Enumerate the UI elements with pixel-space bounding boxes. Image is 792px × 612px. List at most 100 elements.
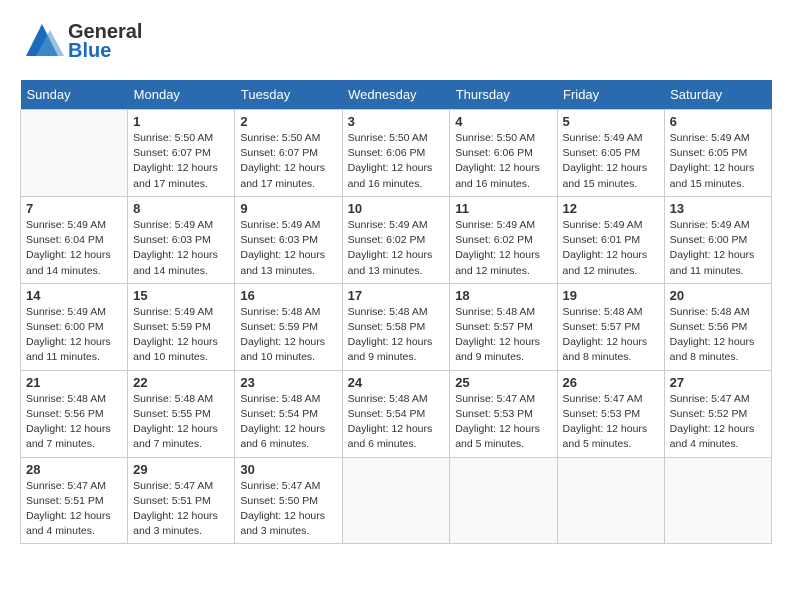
day-number: 21 [26, 375, 122, 390]
day-cell: 1 Sunrise: 5:50 AM Sunset: 6:07 PM Daylig… [128, 110, 235, 197]
day-number: 23 [240, 375, 336, 390]
day-cell: 17Sunrise: 5:48 AM Sunset: 5:58 PM Dayli… [342, 283, 450, 370]
day-info: Sunrise: 5:48 AM Sunset: 5:56 PM Dayligh… [670, 305, 766, 366]
day-number: 30 [240, 462, 336, 477]
day-number: 13 [670, 201, 766, 216]
day-info: Sunrise: 5:48 AM Sunset: 5:54 PM Dayligh… [240, 392, 336, 453]
day-info: Sunrise: 5:49 AM Sunset: 6:02 PM Dayligh… [455, 218, 551, 279]
day-cell: 10Sunrise: 5:49 AM Sunset: 6:02 PM Dayli… [342, 196, 450, 283]
day-cell: 16 Sunrise: 5:48 AM Sunset: 5:59 PM Dayli… [235, 283, 342, 370]
day-number: 6 [670, 114, 766, 129]
day-number: 27 [670, 375, 766, 390]
day-info: Sunrise: 5:50 AM Sunset: 6:06 PM Dayligh… [455, 131, 551, 192]
calendar-body: 1 Sunrise: 5:50 AM Sunset: 6:07 PM Daylig… [21, 110, 772, 544]
day-cell: 8 Sunrise: 5:49 AM Sunset: 6:03 PM Daylig… [128, 196, 235, 283]
day-info: Sunrise: 5:48 AM Sunset: 5:54 PM Dayligh… [348, 392, 445, 453]
header-saturday: Saturday [664, 80, 771, 110]
day-cell: 18 Sunrise: 5:48 AM Sunset: 5:57 PM Dayli… [450, 283, 557, 370]
day-number: 18 [455, 288, 551, 303]
day-number: 29 [133, 462, 229, 477]
day-info: Sunrise: 5:48 AM Sunset: 5:55 PM Dayligh… [133, 392, 229, 453]
day-number: 20 [670, 288, 766, 303]
day-info: Sunrise: 5:47 AM Sunset: 5:53 PM Dayligh… [563, 392, 659, 453]
day-number: 26 [563, 375, 659, 390]
day-number: 7 [26, 201, 122, 216]
day-cell: 21Sunrise: 5:48 AM Sunset: 5:56 PM Dayli… [21, 370, 128, 457]
calendar-header: SundayMondayTuesdayWednesdayThursdayFrid… [21, 80, 772, 110]
day-info: Sunrise: 5:47 AM Sunset: 5:50 PM Dayligh… [240, 479, 336, 540]
day-info: Sunrise: 5:50 AM Sunset: 6:06 PM Dayligh… [348, 131, 445, 192]
day-number: 5 [563, 114, 659, 129]
logo-icon [20, 20, 64, 64]
header-friday: Friday [557, 80, 664, 110]
day-info: Sunrise: 5:49 AM Sunset: 5:59 PM Dayligh… [133, 305, 229, 366]
day-number: 10 [348, 201, 445, 216]
day-number: 3 [348, 114, 445, 129]
day-cell: 2 Sunrise: 5:50 AM Sunset: 6:07 PM Daylig… [235, 110, 342, 197]
day-info: Sunrise: 5:49 AM Sunset: 6:00 PM Dayligh… [670, 218, 766, 279]
day-number: 25 [455, 375, 551, 390]
day-cell [664, 457, 771, 544]
day-cell: 7 Sunrise: 5:49 AM Sunset: 6:04 PM Daylig… [21, 196, 128, 283]
day-cell: 5 Sunrise: 5:49 AM Sunset: 6:05 PM Daylig… [557, 110, 664, 197]
page-header: General Blue [20, 20, 772, 64]
day-number: 9 [240, 201, 336, 216]
day-cell: 20 Sunrise: 5:48 AM Sunset: 5:56 PM Dayli… [664, 283, 771, 370]
header-wednesday: Wednesday [342, 80, 450, 110]
day-number: 2 [240, 114, 336, 129]
day-number: 28 [26, 462, 122, 477]
day-info: Sunrise: 5:50 AM Sunset: 6:07 PM Dayligh… [240, 131, 336, 192]
day-cell: 25Sunrise: 5:47 AM Sunset: 5:53 PM Dayli… [450, 370, 557, 457]
week-row-3: 14Sunrise: 5:49 AM Sunset: 6:00 PM Dayli… [21, 283, 772, 370]
day-cell: 12 Sunrise: 5:49 AM Sunset: 6:01 PM Dayli… [557, 196, 664, 283]
day-cell: 29 Sunrise: 5:47 AM Sunset: 5:51 PM Dayli… [128, 457, 235, 544]
day-cell: 4 Sunrise: 5:50 AM Sunset: 6:06 PM Daylig… [450, 110, 557, 197]
day-cell: 9Sunrise: 5:49 AM Sunset: 6:03 PM Daylig… [235, 196, 342, 283]
day-cell: 14Sunrise: 5:49 AM Sunset: 6:00 PM Dayli… [21, 283, 128, 370]
day-info: Sunrise: 5:49 AM Sunset: 6:05 PM Dayligh… [670, 131, 766, 192]
day-cell: 28 Sunrise: 5:47 AM Sunset: 5:51 PM Dayli… [21, 457, 128, 544]
logo-blue: Blue [68, 40, 111, 63]
day-info: Sunrise: 5:50 AM Sunset: 6:07 PM Dayligh… [133, 131, 229, 192]
day-number: 16 [240, 288, 336, 303]
week-row-2: 7 Sunrise: 5:49 AM Sunset: 6:04 PM Daylig… [21, 196, 772, 283]
week-row-4: 21Sunrise: 5:48 AM Sunset: 5:56 PM Dayli… [21, 370, 772, 457]
logo-text-block: General Blue [68, 21, 142, 63]
day-number: 4 [455, 114, 551, 129]
day-info: Sunrise: 5:47 AM Sunset: 5:51 PM Dayligh… [133, 479, 229, 540]
week-row-1: 1 Sunrise: 5:50 AM Sunset: 6:07 PM Daylig… [21, 110, 772, 197]
header-sunday: Sunday [21, 80, 128, 110]
day-info: Sunrise: 5:48 AM Sunset: 5:57 PM Dayligh… [455, 305, 551, 366]
day-info: Sunrise: 5:49 AM Sunset: 6:01 PM Dayligh… [563, 218, 659, 279]
day-info: Sunrise: 5:49 AM Sunset: 6:05 PM Dayligh… [563, 131, 659, 192]
day-cell: 26 Sunrise: 5:47 AM Sunset: 5:53 PM Dayli… [557, 370, 664, 457]
day-cell: 30 Sunrise: 5:47 AM Sunset: 5:50 PM Dayli… [235, 457, 342, 544]
logo: General Blue [20, 20, 142, 64]
day-info: Sunrise: 5:49 AM Sunset: 6:04 PM Dayligh… [26, 218, 122, 279]
day-number: 11 [455, 201, 551, 216]
day-info: Sunrise: 5:47 AM Sunset: 5:52 PM Dayligh… [670, 392, 766, 453]
day-number: 8 [133, 201, 229, 216]
day-info: Sunrise: 5:49 AM Sunset: 6:03 PM Dayligh… [133, 218, 229, 279]
day-cell: 27 Sunrise: 5:47 AM Sunset: 5:52 PM Dayli… [664, 370, 771, 457]
day-cell: 3 Sunrise: 5:50 AM Sunset: 6:06 PM Daylig… [342, 110, 450, 197]
day-number: 24 [348, 375, 445, 390]
calendar-table: SundayMondayTuesdayWednesdayThursdayFrid… [20, 80, 772, 544]
header-thursday: Thursday [450, 80, 557, 110]
day-number: 14 [26, 288, 122, 303]
day-cell: 11 Sunrise: 5:49 AM Sunset: 6:02 PM Dayli… [450, 196, 557, 283]
day-info: Sunrise: 5:47 AM Sunset: 5:51 PM Dayligh… [26, 479, 122, 540]
day-cell: 15 Sunrise: 5:49 AM Sunset: 5:59 PM Dayli… [128, 283, 235, 370]
day-cell [342, 457, 450, 544]
day-cell: 13 Sunrise: 5:49 AM Sunset: 6:00 PM Dayli… [664, 196, 771, 283]
day-number: 12 [563, 201, 659, 216]
day-number: 1 [133, 114, 229, 129]
day-cell: 6 Sunrise: 5:49 AM Sunset: 6:05 PM Daylig… [664, 110, 771, 197]
week-row-5: 28 Sunrise: 5:47 AM Sunset: 5:51 PM Dayli… [21, 457, 772, 544]
day-cell [557, 457, 664, 544]
day-cell: 24 Sunrise: 5:48 AM Sunset: 5:54 PM Dayli… [342, 370, 450, 457]
day-info: Sunrise: 5:48 AM Sunset: 5:59 PM Dayligh… [240, 305, 336, 366]
day-cell [21, 110, 128, 197]
day-number: 15 [133, 288, 229, 303]
header-monday: Monday [128, 80, 235, 110]
